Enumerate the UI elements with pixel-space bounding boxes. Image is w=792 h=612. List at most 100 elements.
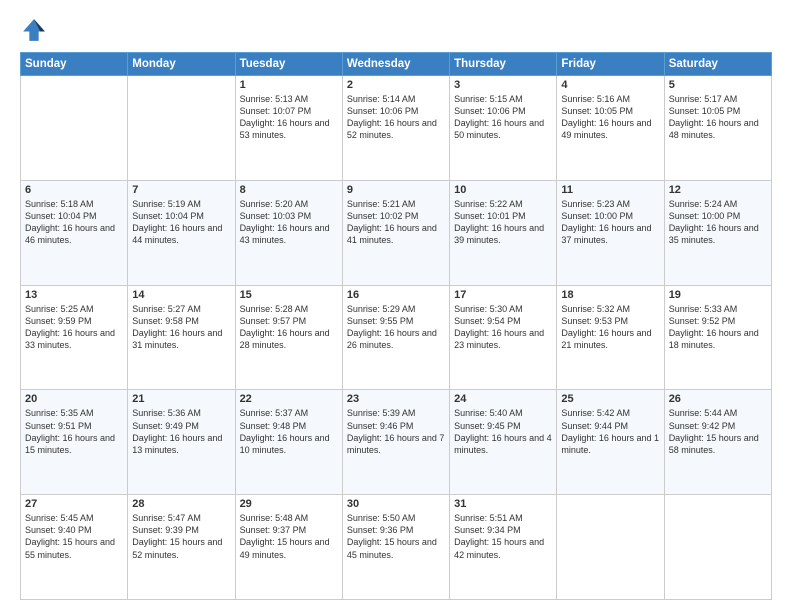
calendar-cell: 15 Sunrise: 5:28 AM Sunset: 9:57 PM Dayli… xyxy=(235,285,342,390)
calendar-cell: 19Sunrise: 5:33 AM Sunset: 9:52 PM Dayli… xyxy=(664,285,771,390)
calendar-cell xyxy=(128,76,235,181)
calendar-cell: 17Sunrise: 5:30 AM Sunset: 9:54 PM Dayli… xyxy=(450,285,557,390)
calendar-cell xyxy=(557,495,664,600)
day-header-thursday: Thursday xyxy=(450,53,557,76)
day-content: Sunrise: 5:18 AM Sunset: 10:04 PM Daylig… xyxy=(25,198,123,247)
calendar-cell: 21Sunrise: 5:36 AM Sunset: 9:49 PM Dayli… xyxy=(128,390,235,495)
day-header-wednesday: Wednesday xyxy=(342,53,449,76)
day-number: 11 xyxy=(561,184,659,196)
day-content: Sunrise: 5:42 AM Sunset: 9:44 PM Dayligh… xyxy=(561,407,659,456)
calendar-cell: 22 Sunrise: 5:37 AM Sunset: 9:48 PM Dayli… xyxy=(235,390,342,495)
day-content: Sunrise: 5:50 AM Sunset: 9:36 PM Dayligh… xyxy=(347,512,445,561)
day-number: 12 xyxy=(669,184,767,196)
day-content: Sunrise: 5:16 AM Sunset: 10:05 PM Daylig… xyxy=(561,93,659,142)
day-number: 29 xyxy=(240,498,338,510)
logo-icon xyxy=(20,16,48,44)
day-header-sunday: Sunday xyxy=(21,53,128,76)
page: SundayMondayTuesdayWednesdayThursdayFrid… xyxy=(0,0,792,612)
day-number: 13 xyxy=(25,289,123,301)
day-content: Sunrise: 5:35 AM Sunset: 9:51 PM Dayligh… xyxy=(25,407,123,456)
calendar-week-row: 20 Sunrise: 5:35 AM Sunset: 9:51 PM Dayli… xyxy=(21,390,772,495)
day-content: Sunrise: 5:48 AM Sunset: 9:37 PM Dayligh… xyxy=(240,512,338,561)
day-number: 24 xyxy=(454,393,552,405)
calendar-cell: 24 Sunrise: 5:40 AM Sunset: 9:45 PM Dayli… xyxy=(450,390,557,495)
day-number: 27 xyxy=(25,498,123,510)
day-number: 23 xyxy=(347,393,445,405)
calendar-cell: 30 Sunrise: 5:50 AM Sunset: 9:36 PM Dayli… xyxy=(342,495,449,600)
calendar-week-row: 27 Sunrise: 5:45 AM Sunset: 9:40 PM Dayli… xyxy=(21,495,772,600)
day-content: Sunrise: 5:15 AM Sunset: 10:06 PM Daylig… xyxy=(454,93,552,142)
day-content: Sunrise: 5:33 AM Sunset: 9:52 PM Dayligh… xyxy=(669,303,767,352)
calendar-week-row: 13 Sunrise: 5:25 AM Sunset: 9:59 PM Dayli… xyxy=(21,285,772,390)
calendar-body: 1 Sunrise: 5:13 AM Sunset: 10:07 PM Dayli… xyxy=(21,76,772,600)
calendar-cell: 7 Sunrise: 5:19 AM Sunset: 10:04 PM Dayli… xyxy=(128,180,235,285)
day-content: Sunrise: 5:36 AM Sunset: 9:49 PM Dayligh… xyxy=(132,407,230,456)
day-number: 25 xyxy=(561,393,659,405)
day-content: Sunrise: 5:37 AM Sunset: 9:48 PM Dayligh… xyxy=(240,407,338,456)
day-content: Sunrise: 5:27 AM Sunset: 9:58 PM Dayligh… xyxy=(132,303,230,352)
day-number: 26 xyxy=(669,393,767,405)
day-content: Sunrise: 5:30 AM Sunset: 9:54 PM Dayligh… xyxy=(454,303,552,352)
day-content: Sunrise: 5:32 AM Sunset: 9:53 PM Dayligh… xyxy=(561,303,659,352)
calendar-cell: 6 Sunrise: 5:18 AM Sunset: 10:04 PM Dayli… xyxy=(21,180,128,285)
calendar-cell: 23Sunrise: 5:39 AM Sunset: 9:46 PM Dayli… xyxy=(342,390,449,495)
day-content: Sunrise: 5:23 AM Sunset: 10:00 PM Daylig… xyxy=(561,198,659,247)
day-number: 6 xyxy=(25,184,123,196)
calendar-cell xyxy=(21,76,128,181)
calendar-cell: 31Sunrise: 5:51 AM Sunset: 9:34 PM Dayli… xyxy=(450,495,557,600)
day-number: 1 xyxy=(240,79,338,91)
calendar-cell: 12 Sunrise: 5:24 AM Sunset: 10:00 PM Dayl… xyxy=(664,180,771,285)
day-content: Sunrise: 5:44 AM Sunset: 9:42 PM Dayligh… xyxy=(669,407,767,456)
day-number: 16 xyxy=(347,289,445,301)
calendar-cell: 3 Sunrise: 5:15 AM Sunset: 10:06 PM Dayli… xyxy=(450,76,557,181)
calendar-cell: 4Sunrise: 5:16 AM Sunset: 10:05 PM Dayli… xyxy=(557,76,664,181)
calendar-table: SundayMondayTuesdayWednesdayThursdayFrid… xyxy=(20,52,772,600)
calendar-cell: 27 Sunrise: 5:45 AM Sunset: 9:40 PM Dayli… xyxy=(21,495,128,600)
calendar-cell: 25 Sunrise: 5:42 AM Sunset: 9:44 PM Dayli… xyxy=(557,390,664,495)
calendar-cell: 26 Sunrise: 5:44 AM Sunset: 9:42 PM Dayli… xyxy=(664,390,771,495)
header xyxy=(20,16,772,44)
logo xyxy=(20,16,52,44)
day-header-monday: Monday xyxy=(128,53,235,76)
calendar-header-row: SundayMondayTuesdayWednesdayThursdayFrid… xyxy=(21,53,772,76)
calendar-cell: 10Sunrise: 5:22 AM Sunset: 10:01 PM Dayl… xyxy=(450,180,557,285)
day-content: Sunrise: 5:29 AM Sunset: 9:55 PM Dayligh… xyxy=(347,303,445,352)
day-number: 14 xyxy=(132,289,230,301)
day-content: Sunrise: 5:40 AM Sunset: 9:45 PM Dayligh… xyxy=(454,407,552,456)
day-content: Sunrise: 5:47 AM Sunset: 9:39 PM Dayligh… xyxy=(132,512,230,561)
day-number: 18 xyxy=(561,289,659,301)
day-number: 7 xyxy=(132,184,230,196)
day-content: Sunrise: 5:19 AM Sunset: 10:04 PM Daylig… xyxy=(132,198,230,247)
day-content: Sunrise: 5:45 AM Sunset: 9:40 PM Dayligh… xyxy=(25,512,123,561)
calendar-cell: 14 Sunrise: 5:27 AM Sunset: 9:58 PM Dayli… xyxy=(128,285,235,390)
calendar-cell: 16 Sunrise: 5:29 AM Sunset: 9:55 PM Dayli… xyxy=(342,285,449,390)
day-number: 30 xyxy=(347,498,445,510)
day-number: 15 xyxy=(240,289,338,301)
calendar-cell: 2 Sunrise: 5:14 AM Sunset: 10:06 PM Dayli… xyxy=(342,76,449,181)
calendar-cell: 29 Sunrise: 5:48 AM Sunset: 9:37 PM Dayli… xyxy=(235,495,342,600)
day-content: Sunrise: 5:14 AM Sunset: 10:06 PM Daylig… xyxy=(347,93,445,142)
calendar-cell: 1 Sunrise: 5:13 AM Sunset: 10:07 PM Dayli… xyxy=(235,76,342,181)
day-number: 20 xyxy=(25,393,123,405)
day-content: Sunrise: 5:21 AM Sunset: 10:02 PM Daylig… xyxy=(347,198,445,247)
calendar-week-row: 6 Sunrise: 5:18 AM Sunset: 10:04 PM Dayli… xyxy=(21,180,772,285)
day-header-saturday: Saturday xyxy=(664,53,771,76)
day-number: 8 xyxy=(240,184,338,196)
day-number: 3 xyxy=(454,79,552,91)
calendar-cell: 28Sunrise: 5:47 AM Sunset: 9:39 PM Dayli… xyxy=(128,495,235,600)
day-number: 10 xyxy=(454,184,552,196)
calendar-cell: 5Sunrise: 5:17 AM Sunset: 10:05 PM Dayli… xyxy=(664,76,771,181)
day-content: Sunrise: 5:20 AM Sunset: 10:03 PM Daylig… xyxy=(240,198,338,247)
day-number: 2 xyxy=(347,79,445,91)
calendar-cell: 9Sunrise: 5:21 AM Sunset: 10:02 PM Dayli… xyxy=(342,180,449,285)
day-content: Sunrise: 5:51 AM Sunset: 9:34 PM Dayligh… xyxy=(454,512,552,561)
day-header-friday: Friday xyxy=(557,53,664,76)
calendar-cell: 13 Sunrise: 5:25 AM Sunset: 9:59 PM Dayli… xyxy=(21,285,128,390)
day-number: 22 xyxy=(240,393,338,405)
day-content: Sunrise: 5:28 AM Sunset: 9:57 PM Dayligh… xyxy=(240,303,338,352)
day-content: Sunrise: 5:24 AM Sunset: 10:00 PM Daylig… xyxy=(669,198,767,247)
calendar-cell: 18 Sunrise: 5:32 AM Sunset: 9:53 PM Dayli… xyxy=(557,285,664,390)
calendar-week-row: 1 Sunrise: 5:13 AM Sunset: 10:07 PM Dayli… xyxy=(21,76,772,181)
day-content: Sunrise: 5:13 AM Sunset: 10:07 PM Daylig… xyxy=(240,93,338,142)
day-content: Sunrise: 5:25 AM Sunset: 9:59 PM Dayligh… xyxy=(25,303,123,352)
